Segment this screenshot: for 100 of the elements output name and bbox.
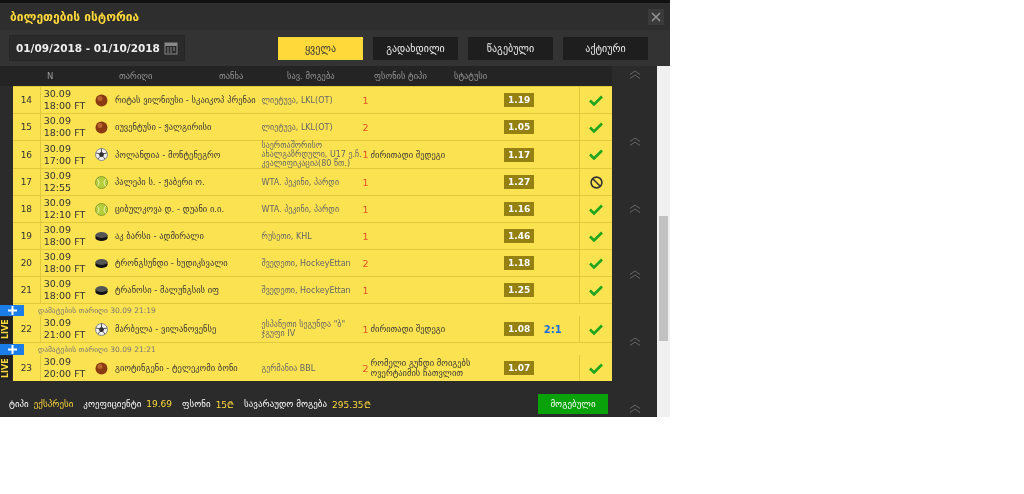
row-number: 14: [20, 95, 33, 105]
row-number: 23: [20, 363, 33, 373]
league-name: WTA. პეკინი, პარდი: [261, 177, 340, 187]
match-name: პალეპი ს. - ჟაბერი ო.: [115, 177, 205, 187]
tennis-ball-icon: [95, 175, 109, 189]
live-badge: LIVE: [0, 356, 12, 380]
filter-tab[interactable]: ყველა: [278, 36, 363, 60]
match-name: იუვენტუსი - ჟალგირისი: [115, 122, 212, 132]
double-chevron-up-icon[interactable]: [628, 70, 641, 79]
soccer-ball-icon: [95, 148, 109, 161]
league-name: ლიეტუვა, LKL(OT): [261, 122, 333, 132]
calendar-icon: [164, 41, 178, 55]
row-number: 19: [20, 231, 33, 241]
column-header: სავ. მოგება: [287, 71, 336, 81]
event-date: 30.09 18:00 FT: [43, 88, 86, 112]
date-range-field[interactable]: 01/09/2018 - 01/10/2018: [9, 35, 185, 61]
close-icon: [651, 11, 661, 22]
match-name: გიოტინგენი - ტელეკომი ბონი: [115, 363, 238, 373]
bet-market: რომელი გუნდი მოიგებს ოვერტაიმის ჩათვლით: [370, 358, 472, 378]
match-score: 2:1: [543, 323, 562, 335]
bet-pick: 1: [362, 149, 369, 160]
league-name: შვედეთი, HockeyEttan: [261, 258, 351, 268]
match-name: ტრონგსუნდი - ხუდიკსვალი: [115, 258, 228, 268]
odds-badge: 1.17: [504, 147, 535, 162]
match-name: რიტას ვილნიუსი - სკაიკოპ პრენაი: [115, 95, 256, 105]
stake-label: ფსონი: [182, 399, 211, 409]
bet-pick: 1: [362, 203, 369, 215]
column-header: თარიღი: [119, 71, 154, 81]
odds-badge: 1.05: [504, 120, 535, 134]
stake-value: 15₾: [215, 398, 235, 411]
league-name: რუსეთი, KHL: [261, 231, 312, 241]
odds-badge: 1.08: [504, 322, 535, 336]
column-header: ფსონის ტიპი: [374, 71, 428, 81]
type-value: ექსპრესი: [33, 399, 74, 409]
match-name: ტრანოსი - მალუნგსის იფ: [115, 285, 220, 295]
match-name: აკ ბარსი - ადმირალი: [115, 231, 204, 241]
filter-tab[interactable]: წაგებული: [468, 36, 553, 60]
league-name: WTA. პეკინი, პარდი: [261, 204, 340, 214]
event-date: 30.09 20:00 FT: [43, 356, 86, 380]
odds-badge: 1.16: [504, 202, 535, 216]
match-name: მარბელა - ვილანოვენსე: [115, 324, 217, 334]
column-header: N: [47, 71, 55, 81]
hockey-puck-icon: [95, 283, 109, 297]
type-label: ტიპი: [9, 399, 29, 409]
double-chevron-up-icon[interactable]: [628, 404, 641, 413]
win-label: სავარაუდო მოგება: [244, 399, 328, 409]
odds-label: კოეფიციენტი: [83, 399, 142, 409]
bet-market: ძირითადი შედეგი: [370, 324, 446, 334]
odds-badge: 1.25: [504, 283, 535, 297]
plus-icon: [7, 305, 17, 315]
league-name: საერთაშორისო ახალგაზრდული, U17 ე.ჩ. კვალიფიკაცია(80 წთ.): [261, 141, 363, 168]
plus-icon: [7, 344, 17, 354]
hockey-puck-icon: [95, 229, 109, 243]
row-number: 15: [20, 122, 33, 132]
scrollbar[interactable]: [657, 66, 670, 417]
soccer-ball-icon: [95, 322, 109, 336]
event-date: 30.09 18:00 FT: [43, 251, 86, 275]
bet-pick: 2: [362, 362, 369, 374]
row-number: 21: [20, 285, 33, 295]
event-date: 30.09 17:00 FT: [43, 142, 86, 167]
win-value: 295.35₾: [332, 398, 371, 411]
expand-button[interactable]: [0, 304, 24, 316]
basketball-icon: [95, 361, 109, 375]
expand-button[interactable]: [0, 343, 24, 355]
bet-pick: 1: [362, 284, 369, 296]
bet-pick: 1: [362, 323, 369, 335]
league-name: ესპანეთი სეგუნდა "ბ" ჯგუფი IV: [261, 320, 347, 338]
column-header: თანხა: [219, 71, 245, 81]
hockey-puck-icon: [95, 256, 109, 270]
event-date: 30.09 12:55: [43, 170, 72, 194]
bet-pick: 1: [362, 94, 369, 106]
bet-pick: 2: [362, 121, 369, 133]
double-chevron-up-icon[interactable]: [628, 270, 641, 280]
league-name: გერმანია BBL: [261, 363, 316, 373]
filter-tab[interactable]: აქტიური: [563, 36, 648, 60]
double-chevron-up-icon[interactable]: [628, 203, 641, 213]
close-button[interactable]: [648, 8, 664, 25]
bet-pick: 1: [362, 176, 369, 188]
odds-badge: 1.18: [504, 256, 535, 270]
bet-pick: 2: [362, 257, 369, 269]
double-chevron-up-icon[interactable]: [628, 337, 641, 347]
bet-market: ძირითადი შედეგი: [370, 149, 446, 160]
live-badge: LIVE: [0, 317, 12, 341]
odds-badge: 1.19: [504, 93, 535, 107]
league-name: შვედეთი, HockeyEttan: [261, 285, 351, 295]
tennis-ball-icon: [95, 202, 109, 216]
match-name: პოლანდია - მონტენეგრო: [115, 149, 221, 160]
bet-pick: 1: [362, 230, 369, 242]
row-number: 17: [20, 177, 33, 187]
column-header: სტატუსი: [454, 71, 488, 81]
basketball-icon: [95, 93, 109, 107]
event-date: 30.09 18:00 FT: [43, 115, 86, 139]
event-date: 30.09 21:00 FT: [43, 317, 86, 341]
filter-tab[interactable]: გადახდილი: [373, 36, 458, 60]
odds-badge: 1.07: [504, 361, 535, 375]
row-number: 16: [20, 149, 33, 160]
row-number: 20: [20, 258, 33, 268]
double-chevron-up-icon[interactable]: [628, 136, 641, 146]
event-date: 30.09 18:00 FT: [43, 224, 86, 248]
odds-badge: 1.46: [504, 229, 535, 243]
